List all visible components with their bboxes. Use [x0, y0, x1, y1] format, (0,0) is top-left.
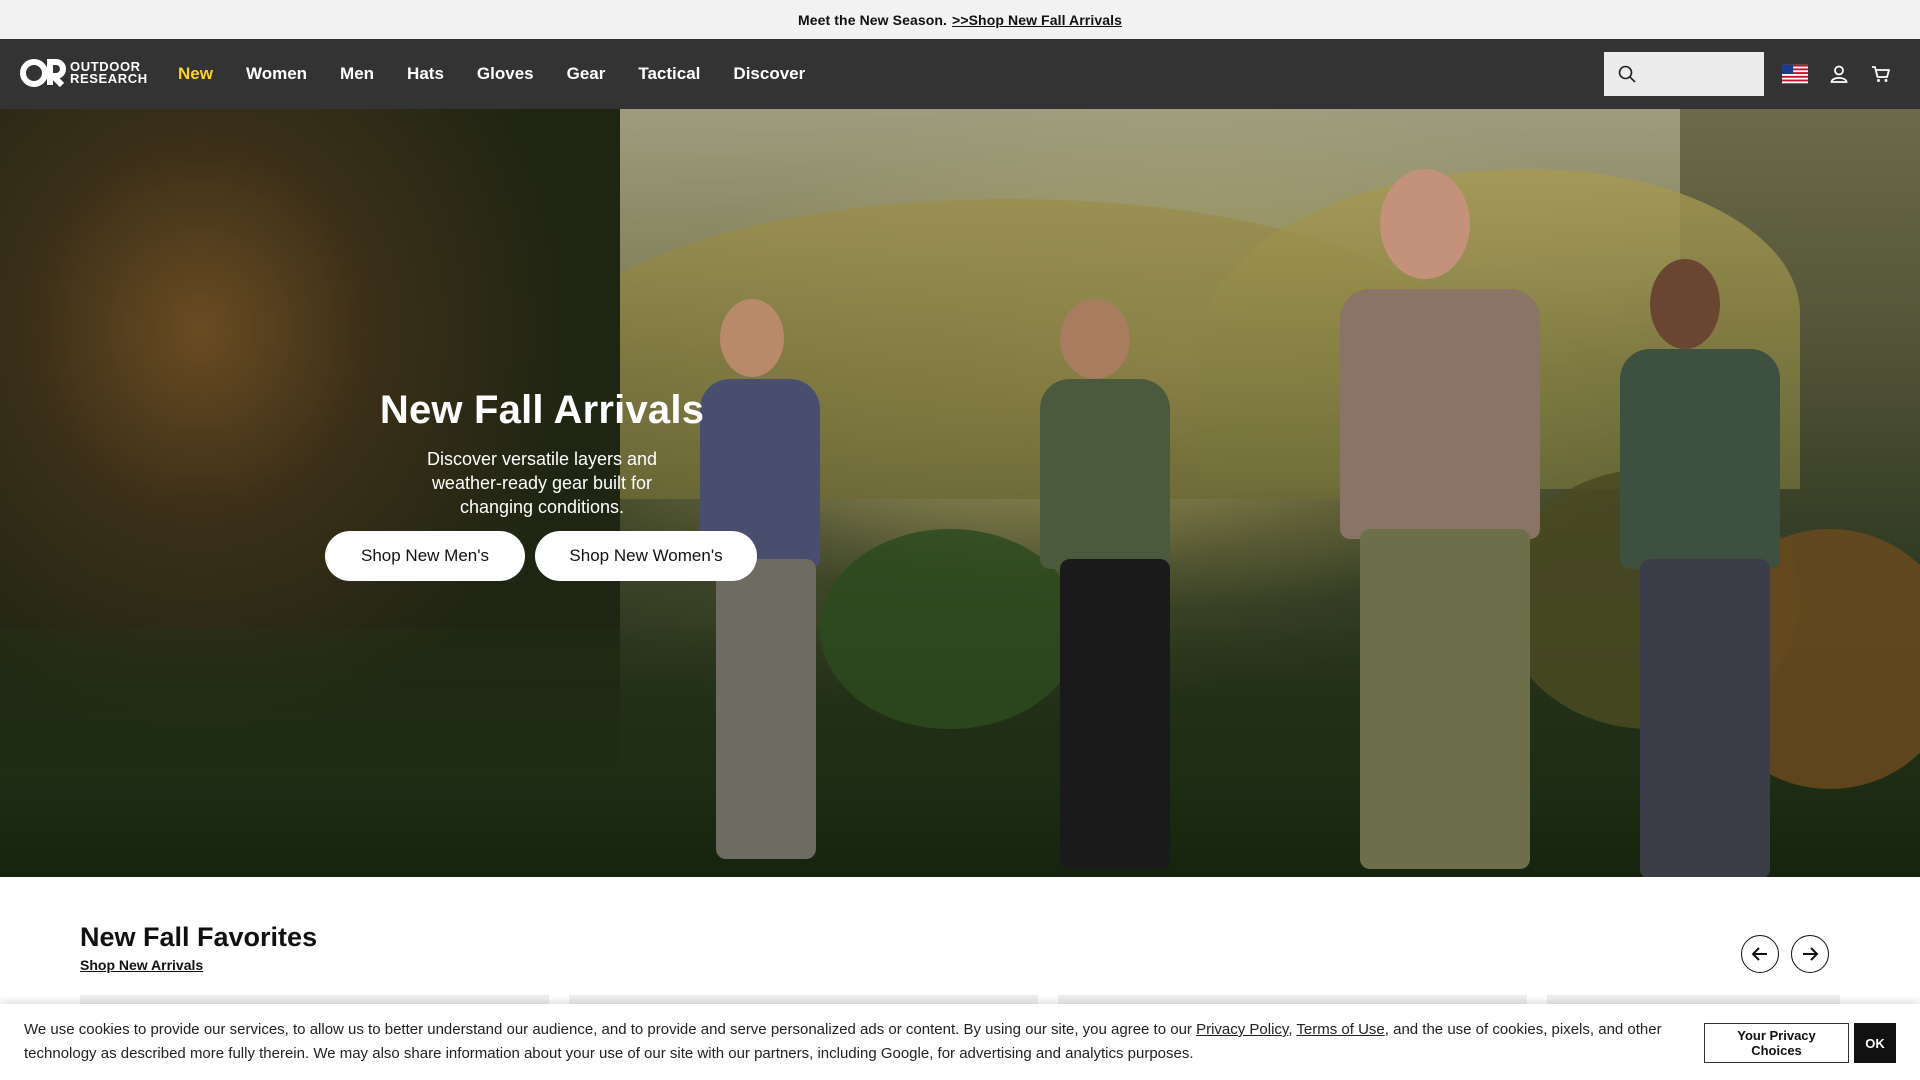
- cookie-text: We use cookies to provide our services, …: [24, 1018, 1684, 1066]
- nav-item-tactical[interactable]: Tactical: [638, 64, 700, 84]
- nav-item-gear[interactable]: Gear: [567, 64, 606, 84]
- cookie-text-before: We use cookies to provide our services, …: [24, 1021, 1197, 1038]
- or-logo-icon: [20, 59, 66, 88]
- main-nav: New Women Men Hats Gloves Gear Tactical …: [178, 39, 838, 109]
- hero-title: New Fall Arrivals: [379, 388, 705, 432]
- shop-fall-arrivals-link[interactable]: >>Shop New Fall Arrivals: [952, 12, 1122, 28]
- carousel-prev-button[interactable]: [1741, 935, 1779, 973]
- hero-subtitle: Discover versatile layers and weather-re…: [426, 449, 658, 517]
- hero-cta-row: Shop New Men's Shop New Women's: [325, 531, 757, 581]
- carousel-next-button[interactable]: [1791, 935, 1829, 973]
- nav-item-new[interactable]: New: [178, 64, 213, 84]
- nav-item-women[interactable]: Women: [246, 64, 307, 84]
- nav-item-gloves[interactable]: Gloves: [477, 64, 534, 84]
- arrow-left-icon: [1751, 947, 1767, 961]
- logo-line-research: RESEARCH: [70, 71, 148, 86]
- arrow-right-icon: [1803, 947, 1819, 961]
- cart-icon[interactable]: [1868, 61, 1894, 87]
- shop-new-womens-button[interactable]: Shop New Women's: [535, 531, 757, 581]
- outdoor-research-logo[interactable]: OUTDOOR RESEARCH: [20, 58, 148, 88]
- privacy-policy-link[interactable]: Privacy Policy: [1196, 1021, 1288, 1038]
- site-header: OUTDOOR RESEARCH New Women Men Hats Glov…: [0, 39, 1920, 109]
- announcement-text: Meet the New Season.: [798, 11, 948, 28]
- cookie-banner: We use cookies to provide our services, …: [0, 1004, 1920, 1080]
- nav-item-discover[interactable]: Discover: [733, 64, 805, 84]
- terms-of-use-link[interactable]: Terms of Use: [1296, 1021, 1384, 1038]
- search-input[interactable]: [1644, 65, 1758, 83]
- search-icon: [1618, 65, 1636, 83]
- favorites-title: New Fall Favorites: [80, 922, 318, 952]
- nav-item-men[interactable]: Men: [340, 64, 374, 84]
- shop-new-arrivals-link[interactable]: Shop New Arrivals: [80, 957, 203, 973]
- search-box[interactable]: [1604, 52, 1764, 96]
- your-privacy-choices-button[interactable]: Your Privacy Choices: [1704, 1023, 1849, 1063]
- hero-copy: New Fall Arrivals Discover versatile lay…: [322, 388, 762, 519]
- cookie-ok-button[interactable]: OK: [1854, 1023, 1896, 1063]
- nav-item-hats[interactable]: Hats: [407, 64, 444, 84]
- announcement-bar: Meet the New Season. >>Shop New Fall Arr…: [0, 0, 1920, 39]
- us-flag-icon[interactable]: [1782, 61, 1808, 87]
- shop-new-mens-button[interactable]: Shop New Men's: [325, 531, 525, 581]
- account-icon[interactable]: [1826, 61, 1852, 87]
- logo-wordmark: OUTDOOR RESEARCH: [70, 60, 148, 86]
- hero-banner: New Fall Arrivals Discover versatile lay…: [0, 109, 1920, 877]
